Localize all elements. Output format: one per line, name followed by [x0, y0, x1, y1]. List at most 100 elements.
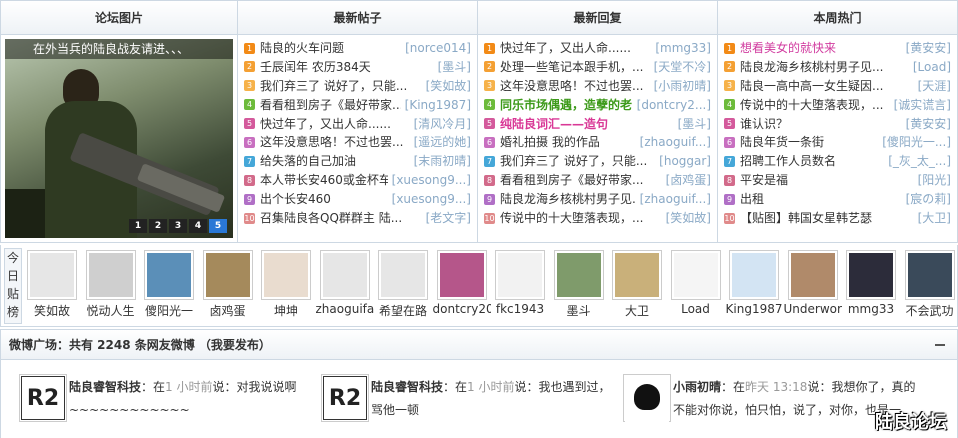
avatar[interactable] [144, 250, 194, 300]
slide-page-5[interactable]: 5 [209, 219, 227, 233]
avatar[interactable] [623, 374, 671, 428]
user-name[interactable]: Load [667, 302, 725, 316]
author-link[interactable]: [笑如故] [666, 209, 711, 227]
thread-link[interactable]: 处理一些笔记本跟手机，... [500, 58, 650, 76]
author-link[interactable]: [黄安安] [906, 39, 951, 57]
slideshow[interactable]: 在外当兵的陆良战友请进、、、 1 2 3 4 5 [5, 39, 233, 238]
ranking-user[interactable]: 墨斗 [550, 250, 608, 319]
author-link[interactable]: [hoggar] [659, 152, 711, 170]
thread-link[interactable]: 壬辰闰年 农历384天 [260, 58, 434, 76]
author-link[interactable]: [_灰_太_...] [888, 152, 951, 170]
thread-link[interactable]: 婚礼拍摄 我的作品 [500, 133, 636, 151]
author-link[interactable]: [诚实谎言] [894, 96, 951, 114]
post-user[interactable]: 陆良睿智科技 [69, 380, 141, 394]
author-link[interactable]: [黄安安] [906, 115, 951, 133]
ranking-user[interactable]: Load [667, 250, 725, 316]
avatar[interactable]: R2 [321, 374, 369, 422]
user-name[interactable]: 大卫 [608, 302, 666, 319]
thread-link[interactable]: 同乐市场偶遇，造孽的老... [500, 96, 633, 114]
avatar[interactable] [202, 250, 253, 300]
thread-link[interactable]: 纯陆良词汇——造句 [500, 115, 674, 133]
thread-link[interactable]: 谁认识？ [740, 115, 902, 133]
thread-link[interactable]: 传说中的十大堕落表现，... [740, 96, 890, 114]
post-user[interactable]: 陆良睿智科技 [371, 380, 443, 394]
thread-link[interactable]: 陆良年货一条街 [740, 133, 878, 151]
author-link[interactable]: [King1987] [405, 96, 471, 114]
thread-link[interactable]: 出个长安460 [260, 190, 388, 208]
author-link[interactable]: [zhaoguif...] [640, 133, 711, 151]
ranking-user[interactable]: King1987 [725, 250, 783, 316]
user-name[interactable]: mmg33 [842, 302, 900, 316]
avatar[interactable] [787, 250, 838, 300]
author-link[interactable]: [大卫] [918, 209, 951, 227]
ranking-user[interactable]: 傻阳光一 [140, 250, 198, 319]
user-name[interactable]: 卤鸡蛋 [199, 302, 257, 319]
thread-link[interactable]: 出租 [740, 190, 902, 208]
ranking-user[interactable]: 坤坤 [257, 250, 315, 319]
thread-link[interactable]: 传说中的十大堕落表现，... [500, 209, 662, 227]
author-link[interactable]: [xuesong9...] [392, 190, 471, 208]
author-link[interactable]: [天堂不冷] [654, 58, 711, 76]
thread-link[interactable]: 陆良龙海乡核桃村男子见... [740, 58, 909, 76]
user-name[interactable]: 希望在路 [374, 302, 432, 319]
author-link[interactable]: [卤鸡蛋] [666, 171, 711, 189]
ranking-user[interactable]: Underwor [784, 250, 842, 316]
user-name[interactable]: 傻阳光一 [140, 302, 198, 319]
author-link[interactable]: [老文字] [426, 209, 471, 227]
user-name[interactable]: zhaoguifa [316, 302, 374, 316]
author-link[interactable]: [Load] [913, 58, 951, 76]
thread-link[interactable]: 【贴图】韩国女星韩艺瑟 [740, 209, 914, 227]
author-link[interactable]: [阳光] [918, 171, 951, 189]
weibo-title[interactable]: 微博广场：共有 2248 条网友微博 （我要发布） [9, 338, 271, 352]
thread-link[interactable]: 快过年了，又出人命...... [500, 39, 651, 57]
thread-link[interactable]: 我们弃三了 说好了，只能... [260, 77, 422, 95]
post-user[interactable]: 小雨初晴 [673, 380, 721, 394]
slide-page-2[interactable]: 2 [149, 219, 167, 233]
user-name[interactable]: dontcry20 [433, 302, 491, 316]
avatar[interactable] [729, 250, 779, 300]
author-link[interactable]: [zhaoguif...] [640, 190, 711, 208]
thread-link[interactable]: 招聘工作人员数名 [740, 152, 884, 170]
user-name[interactable]: King1987 [725, 302, 783, 316]
ranking-user[interactable]: 大卫 [608, 250, 666, 319]
thread-link[interactable]: 本人带长安460或金杯车 [260, 171, 388, 189]
author-link[interactable]: [遥远的她] [414, 133, 471, 151]
thread-link[interactable]: 给失落的自己加油 [260, 152, 410, 170]
thread-link[interactable]: 陆良龙海乡核桃村男子见... [500, 190, 636, 208]
avatar[interactable] [27, 250, 77, 300]
user-name[interactable]: 不会武功 [901, 302, 958, 319]
author-link[interactable]: [dontcry2...] [637, 96, 711, 114]
author-link[interactable]: [宸の莉] [906, 190, 951, 208]
thread-link[interactable]: 平安是福 [740, 171, 914, 189]
ranking-user[interactable]: 悦动人生 [82, 250, 140, 319]
author-link[interactable]: [小雨初晴] [654, 77, 711, 95]
avatar[interactable] [612, 250, 662, 300]
author-link[interactable]: [末雨初晴] [414, 152, 471, 170]
avatar[interactable] [846, 250, 896, 300]
avatar[interactable] [378, 250, 428, 300]
ranking-user[interactable]: zhaoguifa [316, 250, 374, 316]
slide-page-3[interactable]: 3 [169, 219, 187, 233]
ranking-user[interactable]: fkc1943 [491, 250, 549, 316]
slide-page-1[interactable]: 1 [129, 219, 147, 233]
thread-link[interactable]: 这年没意思咯！不过也罢... [500, 77, 650, 95]
avatar[interactable] [670, 250, 721, 300]
thread-link[interactable]: 想看美女的就快来 [740, 39, 902, 57]
author-link[interactable]: [墨斗] [678, 115, 711, 133]
thread-link[interactable]: 看看租到房子《最好带家... [260, 96, 401, 114]
author-link[interactable]: [笑如故] [426, 77, 471, 95]
thread-link[interactable]: 看看租到房子《最好带家... [500, 171, 662, 189]
ranking-user[interactable]: mmg33 [842, 250, 900, 316]
avatar[interactable] [261, 250, 311, 300]
author-link[interactable]: [清风冷月] [414, 115, 471, 133]
user-name[interactable]: 坤坤 [257, 302, 315, 319]
user-name[interactable]: 笑如故 [23, 302, 81, 319]
thread-link[interactable]: 我们弃三了 说好了，只能... [500, 152, 655, 170]
user-name[interactable]: fkc1943 [491, 302, 549, 316]
slide-page-4[interactable]: 4 [189, 219, 207, 233]
avatar[interactable]: R2 [19, 374, 67, 422]
ranking-user[interactable]: 不会武功 [901, 250, 958, 319]
thread-link[interactable]: 陆良一高中高一女生疑因... [740, 77, 914, 95]
avatar[interactable] [85, 250, 136, 300]
user-name[interactable]: 悦动人生 [82, 302, 140, 319]
